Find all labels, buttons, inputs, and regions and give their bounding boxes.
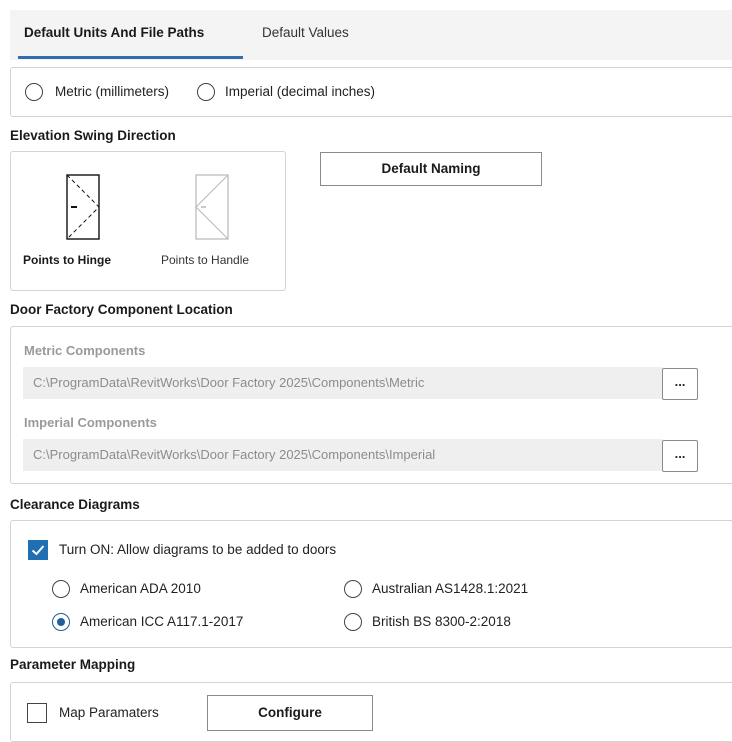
tab-default-units-and-file-paths[interactable]: Default Units And File Paths <box>24 10 204 60</box>
configure-button[interactable]: Configure <box>207 695 373 731</box>
as1428-label: Australian AS1428.1:2021 <box>372 581 529 596</box>
ada-2010-radio[interactable] <box>52 580 70 598</box>
metric-browse-button[interactable]: ... <box>662 368 698 400</box>
tab-strip: Default Units And File Paths Default Val… <box>10 10 732 60</box>
door-points-to-handle-icon[interactable] <box>195 174 229 240</box>
clearance-enable-label: Turn ON: Allow diagrams to be added to d… <box>59 542 337 557</box>
ada-2010-label: American ADA 2010 <box>80 581 201 596</box>
metric-components-label: Metric Components <box>24 343 146 358</box>
component-location-group: Metric Components C:\ProgramData\RevitWo… <box>10 326 732 484</box>
points-to-hinge-label: Points to Hinge <box>23 253 111 267</box>
bs8300-label: British BS 8300-2:2018 <box>372 614 511 629</box>
active-tab-indicator <box>18 56 243 59</box>
elevation-swing-header: Elevation Swing Direction <box>10 128 176 143</box>
imperial-radio[interactable] <box>197 83 215 101</box>
radio-selected-dot <box>56 617 65 626</box>
imperial-browse-button[interactable]: ... <box>662 440 698 472</box>
imperial-components-path-field[interactable]: C:\ProgramData\RevitWorks\Door Factory 2… <box>23 439 663 471</box>
imperial-radio-label: Imperial (decimal inches) <box>225 84 376 99</box>
icc-a117-label: American ICC A117.1-2017 <box>80 614 244 629</box>
bs8300-radio[interactable] <box>344 613 362 631</box>
default-naming-button[interactable]: Default Naming <box>320 152 542 186</box>
metric-components-path-field[interactable]: C:\ProgramData\RevitWorks\Door Factory 2… <box>23 367 663 399</box>
tab-default-values[interactable]: Default Values <box>262 10 349 60</box>
clearance-diagrams-header: Clearance Diagrams <box>10 497 140 512</box>
parameter-mapping-header: Parameter Mapping <box>10 657 136 672</box>
checkmark-icon <box>31 545 45 556</box>
points-to-handle-label: Points to Handle <box>161 253 250 267</box>
map-parameters-checkbox[interactable] <box>27 703 47 723</box>
metric-radio[interactable] <box>25 83 43 101</box>
door-points-to-hinge-icon[interactable] <box>66 174 100 240</box>
clearance-diagrams-group: Turn ON: Allow diagrams to be added to d… <box>10 520 732 648</box>
metric-radio-label: Metric (millimeters) <box>55 84 169 99</box>
map-parameters-label: Map Paramaters <box>59 705 159 720</box>
as1428-radio[interactable] <box>344 580 362 598</box>
swing-direction-group: Points to Hinge Points to Handle <box>10 151 286 291</box>
icc-a117-radio[interactable] <box>52 613 70 631</box>
clearance-enable-checkbox[interactable] <box>28 540 48 560</box>
imperial-components-label: Imperial Components <box>24 415 157 430</box>
parameter-mapping-group: Map Paramaters Configure <box>10 682 732 742</box>
component-location-header: Door Factory Component Location <box>10 302 233 317</box>
units-group: Metric (millimeters) Imperial (decimal i… <box>10 67 732 117</box>
